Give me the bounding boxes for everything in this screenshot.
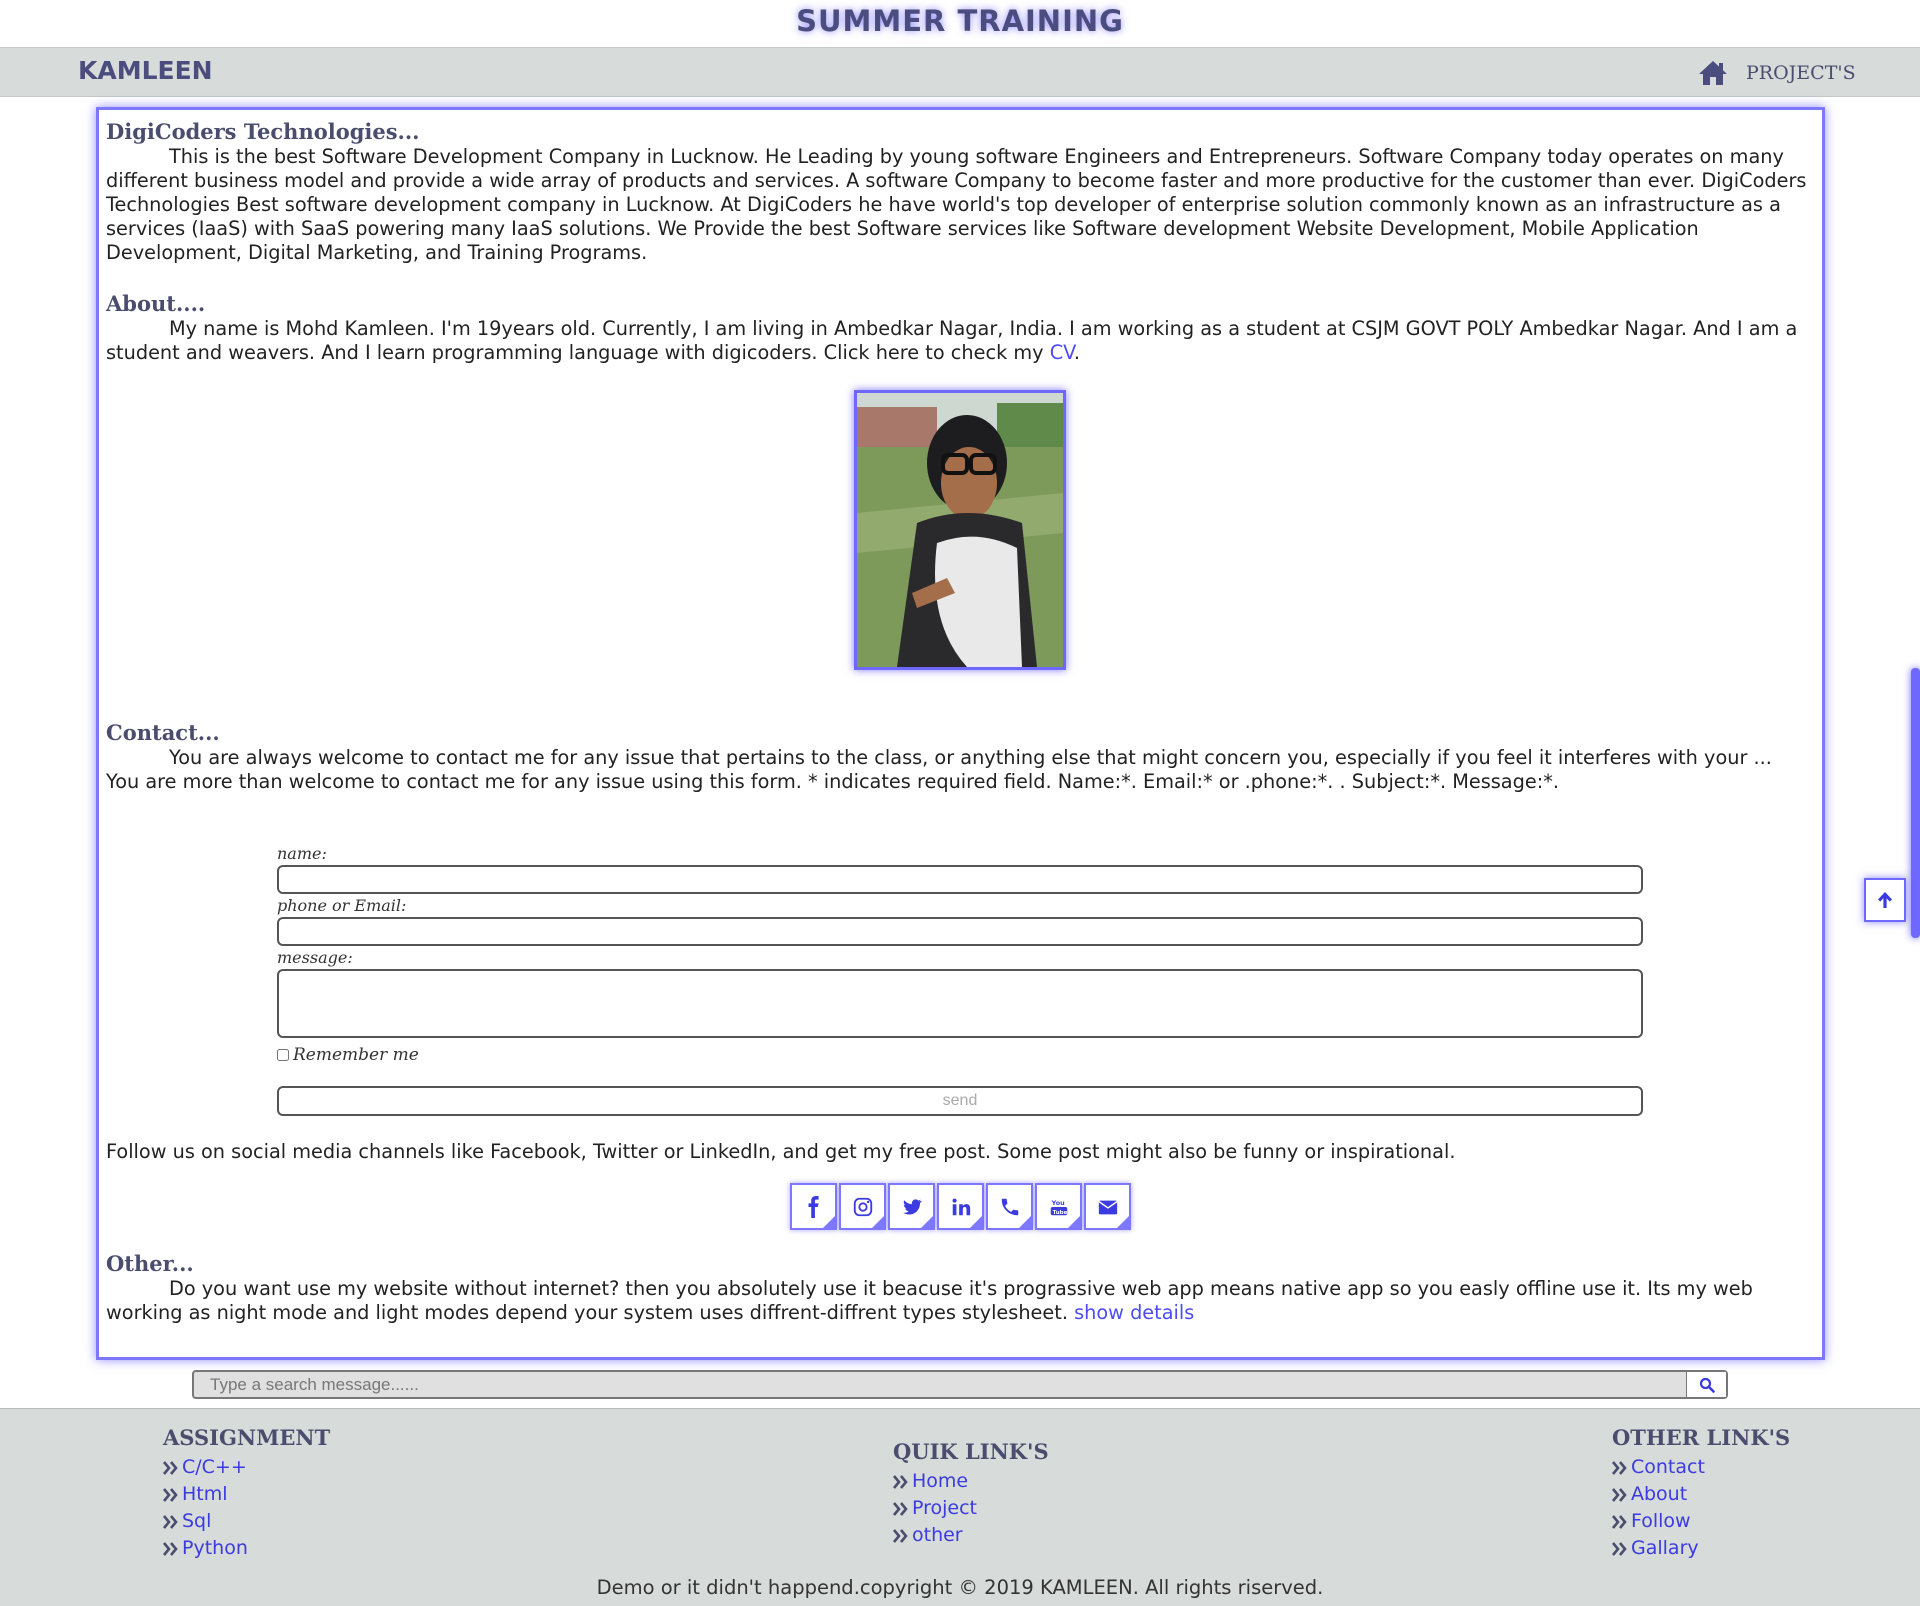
nav-projects-link[interactable]: PROJECT'S [1746,62,1856,84]
message-label: message: [277,948,353,967]
footer-quick-links: QUIK LINK'S Home Project other [893,1439,1049,1549]
footer-link-sql[interactable]: Sql [163,1508,330,1535]
footer-assignment: ASSIGNMENT C/C++ Html Sql Python [163,1425,330,1562]
other-text: Do you want use my website without inter… [106,1277,1811,1325]
search-icon [1699,1377,1715,1393]
brand-logo[interactable]: KAMLEEN [78,56,213,85]
double-chevron-icon [163,1541,178,1556]
double-chevron-icon [1612,1460,1627,1475]
message-textarea[interactable] [277,969,1643,1038]
double-chevron-icon [893,1528,908,1543]
phone-email-input[interactable] [277,917,1643,946]
footer-link-gallary[interactable]: Gallary [1612,1535,1790,1562]
main-content-card [96,107,1825,1360]
social-links: You Tube [790,1183,1133,1230]
remember-checkbox[interactable] [277,1049,289,1061]
double-chevron-icon [893,1474,908,1489]
footer-other-title: OTHER LINK'S [1612,1425,1791,1450]
search-input[interactable] [194,1372,1684,1397]
other-paragraph: Do you want use my website without inter… [106,1277,1753,1324]
about-text: My name is Mohd Kamleen. I'm 19years old… [106,317,1811,365]
about-paragraph: My name is Mohd Kamleen. I'm 19years old… [106,317,1798,364]
footer-link-python[interactable]: Python [163,1535,330,1562]
contact-label: phone or Email: [277,896,407,915]
footer-assignment-title: ASSIGNMENT [163,1425,331,1450]
footer-link-home[interactable]: Home [893,1468,1049,1495]
contact-text: You are always welcome to contact me for… [106,746,1811,794]
contact-paragraph: You are always welcome to contact me for… [106,746,1772,793]
facebook-icon[interactable] [790,1183,837,1230]
search-bar [192,1370,1728,1399]
profile-photo [854,390,1066,670]
name-input[interactable] [277,865,1643,894]
svg-text:Tube: Tube [1052,1209,1067,1215]
footer-link-contact[interactable]: Contact [1612,1454,1790,1481]
footer-other-links: OTHER LINK'S Contact About Follow Gallar… [1612,1425,1790,1562]
double-chevron-icon [163,1514,178,1529]
youtube-icon[interactable]: You Tube [1035,1183,1082,1230]
footer-link-project[interactable]: Project [893,1495,1049,1522]
footer-link-follow[interactable]: Follow [1612,1508,1790,1535]
double-chevron-icon [893,1501,908,1516]
footer-quick-title: QUIK LINK'S [893,1439,1049,1464]
digicoders-heading: DigiCoders Technologies... [106,119,420,144]
footer-link-cpp[interactable]: C/C++ [163,1454,330,1481]
double-chevron-icon [163,1460,178,1475]
home-icon[interactable] [1698,60,1728,86]
remember-label: Remember me [293,1045,419,1065]
name-label: name: [277,844,327,863]
about-heading: About.... [106,291,206,316]
envelope-icon[interactable] [1084,1183,1131,1230]
twitter-icon[interactable] [888,1183,935,1230]
send-button[interactable]: send [277,1086,1643,1116]
remember-me[interactable]: Remember me [277,1045,419,1065]
double-chevron-icon [1612,1514,1627,1529]
footer-link-about[interactable]: About [1612,1481,1790,1508]
copyright-text: Demo or it didn't happend.copyright © 20… [596,1576,1324,1599]
site-title: SUMMER TRAINING [796,4,1124,38]
footer-link-html[interactable]: Html [163,1481,330,1508]
double-chevron-icon [1612,1541,1627,1556]
footer-link-other[interactable]: other [893,1522,1049,1549]
digicoders-paragraph: This is the best Software Development Co… [106,145,1807,264]
instagram-icon[interactable] [839,1183,886,1230]
svg-text:You: You [1050,1199,1064,1207]
other-heading: Other... [106,1251,194,1276]
digicoders-text: This is the best Software Development Co… [106,145,1811,265]
double-chevron-icon [163,1487,178,1502]
show-details-link[interactable]: show details [1074,1301,1194,1324]
linkedin-icon[interactable] [937,1183,984,1230]
scrollbar[interactable] [1911,668,1920,938]
about-end: . [1073,341,1081,364]
search-button[interactable] [1686,1372,1726,1397]
navbar: KAMLEEN PROJECT'S [0,47,1920,97]
social-text: Follow us on social media channels like … [106,1140,1456,1163]
scroll-top-button[interactable] [1864,878,1906,922]
cv-link[interactable]: CV [1050,341,1074,364]
contact-heading: Contact... [106,720,220,745]
arrow-up-icon [1878,892,1892,908]
phone-icon[interactable] [986,1183,1033,1230]
double-chevron-icon [1612,1487,1627,1502]
